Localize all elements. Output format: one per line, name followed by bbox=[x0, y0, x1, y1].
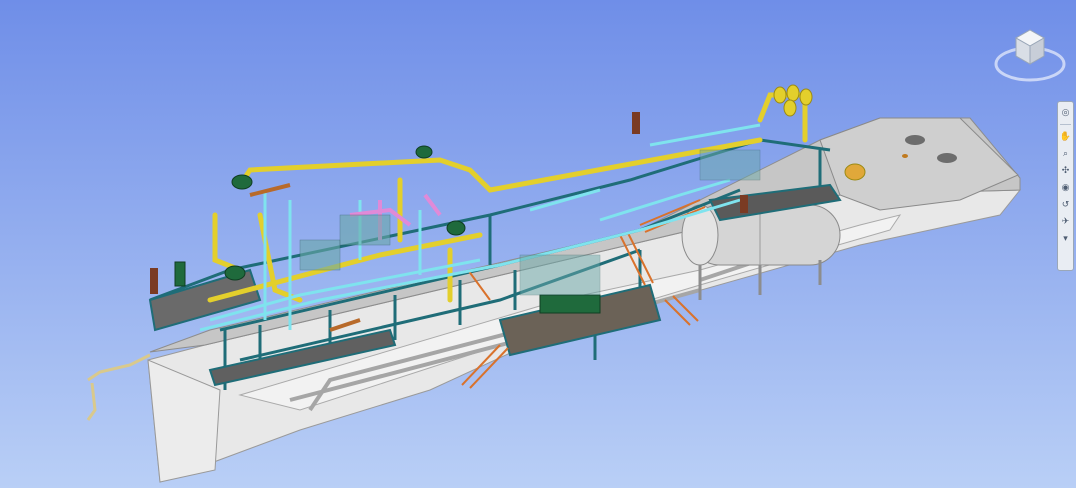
fly-icon[interactable]: ✈ bbox=[1059, 215, 1072, 228]
look-icon[interactable]: ◉ bbox=[1059, 181, 1072, 194]
ship-model-render bbox=[86, 84, 1022, 483]
3d-model-viewport[interactable] bbox=[0, 0, 1076, 488]
navigation-bar: ◎ ✋ ⌕ ✣ ◉ ↺ ✈ ▾ bbox=[1057, 101, 1074, 271]
orbit-icon[interactable]: ✣ bbox=[1059, 164, 1072, 177]
walk-icon[interactable]: ↺ bbox=[1059, 198, 1072, 211]
pan-hand-icon[interactable]: ✋ bbox=[1059, 130, 1072, 143]
navbar-menu-icon[interactable]: ▾ bbox=[1059, 232, 1072, 245]
steering-wheel-icon[interactable]: ◎ bbox=[1059, 106, 1072, 119]
bow-hatch bbox=[937, 153, 957, 163]
nav-separator bbox=[1060, 124, 1071, 125]
bow-fitting bbox=[902, 154, 908, 158]
bow-hatch bbox=[905, 135, 925, 145]
zoom-icon[interactable]: ⌕ bbox=[1059, 147, 1072, 160]
view-cube-icon[interactable] bbox=[992, 24, 1068, 88]
stern-crane bbox=[86, 353, 151, 421]
